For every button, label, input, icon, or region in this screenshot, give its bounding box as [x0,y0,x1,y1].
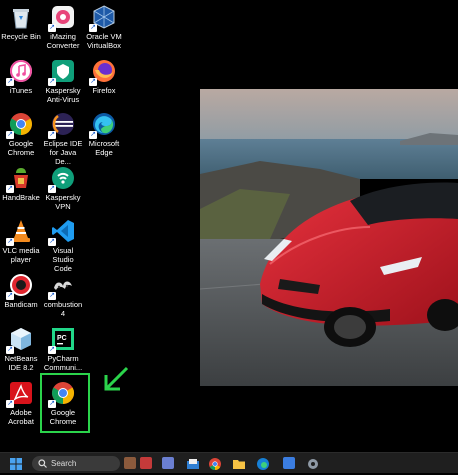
virtualbox-icon: ↗ [89,4,117,32]
desktop-icon-label: Kaspersky Anti-Virus [45,86,81,104]
highlight-box [40,373,90,433]
taskbar-edge-icon[interactable] [257,457,269,470]
shortcut-arrow-icon: ↗ [48,131,56,139]
vscode-icon: ↗ [48,218,76,246]
shortcut-arrow-icon: ↗ [6,78,14,86]
shortcut-arrow-icon: ↗ [6,238,14,246]
taskbar-folder-icon[interactable] [233,457,245,469]
combustion-icon: ↗ [48,272,76,300]
desktop-icon-kaspersky-anti-virus[interactable]: ↗ Kaspersky Anti-Virus [43,58,83,104]
desktop-icon-label: Kaspersky VPN [45,193,81,211]
desktop-icon-label: VLC media player [2,246,40,264]
edge-icon: ↗ [89,111,117,139]
shortcut-arrow-icon: ↗ [6,292,14,300]
desktop-icon-firefox[interactable]: ↗ Firefox [84,58,124,95]
taskbar: Search [0,452,458,473]
recycle-bin-icon [8,4,34,30]
shortcut-arrow-icon: ↗ [48,292,56,300]
desktop-icon-label: HandBrake [2,193,40,202]
shortcut-arrow-icon: ↗ [6,346,14,354]
desktop-icon-netbeans-ide[interactable]: ↗ NetBeans IDE 8.2 [1,326,41,372]
shortcut-arrow-icon: ↗ [48,346,56,354]
imazing-converter-icon: ↗ [48,4,76,32]
taskbar-search-highlight-icon [124,457,136,469]
vlc-icon: ↗ [6,218,34,246]
desktop-icon-label: Visual Studio Code [52,246,74,273]
svg-text:PC: PC [57,335,67,342]
taskbar-chrome-icon[interactable] [209,457,221,470]
desktop-icon-label: combustion 4 [43,300,83,318]
desktop-icon-vlc-media-player[interactable]: ↗ VLC media player [1,218,41,264]
desktop-icon-label: Recycle Bin [1,32,41,41]
netbeans-icon: ↗ [6,326,34,354]
kaspersky-icon: ↗ [48,58,76,86]
shortcut-arrow-icon: ↗ [6,400,14,408]
desktop-icon-eclipse-ide[interactable]: ↗ Eclipse IDE for Java De... [43,111,83,166]
desktop: Recycle Bin ↗ iMazing Converter ↗ Oracle… [0,0,458,452]
desktop-icon-label: Oracle VM VirtualBox [86,32,122,50]
desktop-icon-label: Adobe Acrobat [8,408,34,426]
shortcut-arrow-icon: ↗ [6,185,14,193]
desktop-icon-label: Bandicam [4,300,38,309]
desktop-icon-label: Google Chrome [7,139,35,157]
shortcut-arrow-icon: ↗ [48,185,56,193]
desktop-icon-label: Microsoft Edge [88,139,120,157]
desktop-icon-bandicam[interactable]: ↗ Bandicam [1,272,41,309]
taskbar-settings-icon[interactable] [307,457,319,469]
desktop-icon-combustion-4[interactable]: ↗ combustion 4 [43,272,83,318]
kaspersky-vpn-icon: ↗ [48,165,76,193]
desktop-icon-visual-studio-code[interactable]: ↗ Visual Studio Code [43,218,83,273]
desktop-icon-itunes[interactable]: ↗ iTunes [1,58,41,95]
taskbar-teams-icon[interactable] [162,457,174,469]
search-icon [38,459,47,468]
itunes-icon: ↗ [6,58,34,86]
desktop-icon-microsoft-edge[interactable]: ↗ Microsoft Edge [84,111,124,157]
taskbar-notepad-icon[interactable] [283,457,295,469]
desktop-icon-label: PyCharm Communi... [43,354,83,372]
shortcut-arrow-icon: ↗ [89,24,97,32]
desktop-icon-label: Firefox [92,86,116,95]
start-button[interactable] [10,457,22,470]
taskbar-search[interactable]: Search [32,456,120,471]
shortcut-arrow-icon: ↗ [48,238,56,246]
shortcut-arrow-icon: ↗ [6,131,14,139]
desktop-icon-oracle-vm-virtualbox[interactable]: ↗ Oracle VM VirtualBox [84,4,124,50]
desktop-icon-pycharm[interactable]: PC ↗ PyCharm Communi... [43,326,83,372]
desktop-icon-imazing-converter[interactable]: ↗ iMazing Converter [43,4,83,50]
desktop-icon-label: Eclipse IDE for Java De... [43,139,83,166]
firefox-icon: ↗ [89,58,117,86]
desktop-icon-label: iMazing Converter [46,32,80,50]
desktop-icon-kaspersky-vpn[interactable]: ↗ Kaspersky VPN [43,165,83,211]
handbrake-icon: ↗ [6,165,34,193]
desktop-icon-adobe-acrobat[interactable]: ↗ Adobe Acrobat [1,380,41,426]
wallpaper-image [200,89,458,386]
shortcut-arrow-icon: ↗ [89,131,97,139]
adobe-acrobat-icon: ↗ [6,380,34,408]
desktop-icon-google-chrome[interactable]: ↗ Google Chrome [1,111,41,157]
search-label: Search [51,459,77,468]
desktop-icon-recycle-bin[interactable]: Recycle Bin [1,4,41,41]
desktop-icon-handbrake[interactable]: ↗ HandBrake [1,165,41,202]
green-arrow-icon [104,366,129,391]
bandicam-icon: ↗ [6,272,34,300]
desktop-icon-label: iTunes [9,86,33,95]
shortcut-arrow-icon: ↗ [48,78,56,86]
taskbar-file-explorer-icon[interactable] [187,457,199,469]
shortcut-arrow-icon: ↗ [89,78,97,86]
desktop-icon-label: NetBeans IDE 8.2 [4,354,38,372]
pycharm-icon: PC ↗ [48,326,76,354]
shortcut-arrow-icon: ↗ [48,24,56,32]
eclipse-icon: ↗ [48,111,76,139]
chrome-icon: ↗ [6,111,34,139]
taskbar-pinned-app-icon[interactable] [140,457,152,469]
